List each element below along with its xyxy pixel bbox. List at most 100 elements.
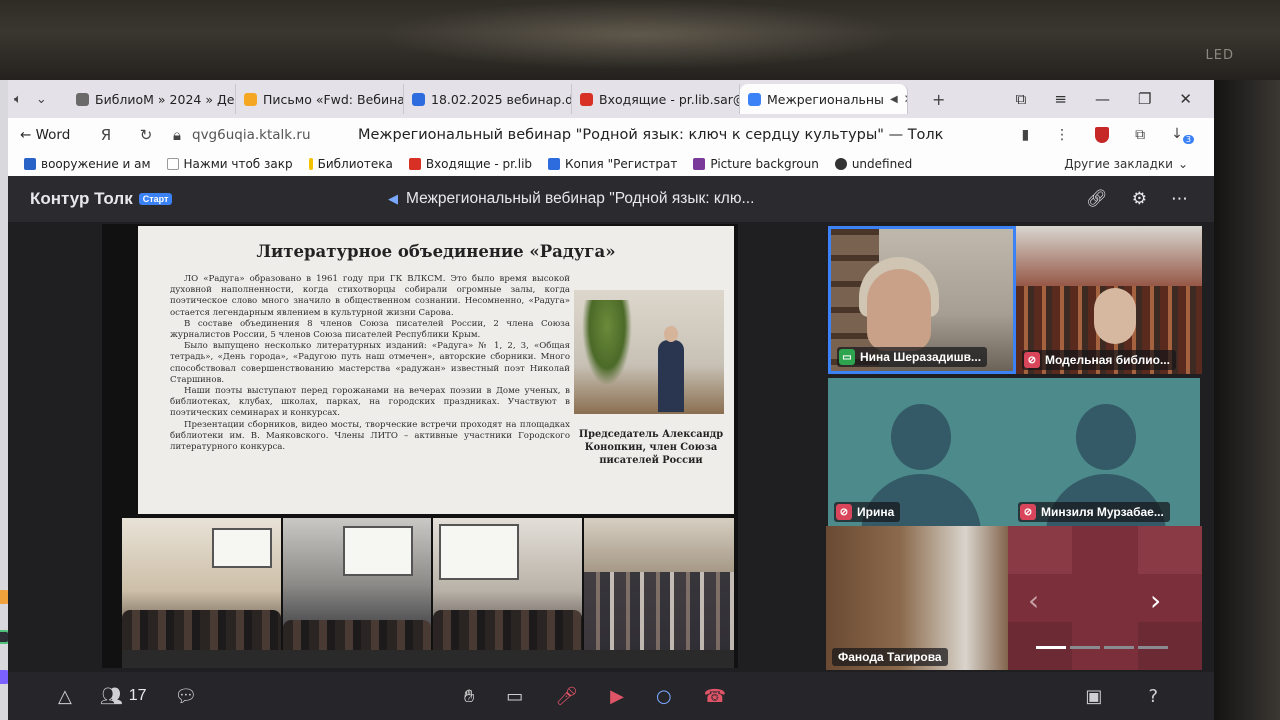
chevron-down-icon[interactable]: ⌄ — [36, 92, 47, 107]
app-header: Контур Толк Старт ◀︎ Межрегиональный веб… — [8, 176, 1214, 222]
downloads-icon[interactable]: ↓ 3 — [1171, 126, 1194, 144]
browser-tab[interactable]: 18.02.2025 вебинар.doc — [404, 84, 572, 114]
screen-share-icon[interactable]: ▭ — [506, 686, 523, 707]
page-title: Межрегиональный вебинар "Родной язык: кл… — [358, 127, 944, 143]
bookmark-label: Picture backgroun — [710, 157, 819, 171]
help-icon[interactable]: ? — [1148, 686, 1158, 707]
participant-tile[interactable]: ⊘ Ирина — [828, 378, 1014, 526]
screen-glare — [380, 0, 900, 70]
slide-paragraph: Наши поэты выступают перед горожанами на… — [170, 386, 570, 419]
participant-name: Фанода Тагирова — [838, 650, 942, 664]
screen: 🔈︎ ⌄ БиблиоМ » 2024 » Дека Письмо «Fwd: … — [8, 80, 1214, 720]
mic-off-icon: ⊘ — [1020, 504, 1036, 520]
chevron-right-icon[interactable]: › — [1150, 584, 1161, 617]
hang-up-icon[interactable]: ☎︎ — [704, 686, 726, 707]
bookmark-item[interactable]: undefined — [834, 157, 912, 171]
vk-icon — [24, 158, 36, 170]
docs-icon — [548, 158, 561, 170]
reload-icon[interactable]: ↻ — [126, 126, 166, 144]
close-window-icon[interactable]: ✕ — [1179, 90, 1192, 108]
more-icon[interactable]: ⋮ — [1055, 127, 1069, 143]
extensions-icon[interactable]: ⧉ — [1135, 127, 1145, 143]
tab-favicon — [76, 92, 89, 106]
bookmark-item[interactable]: Picture backgroun — [693, 157, 819, 171]
url-field[interactable]: qvg6uqia.ktalk.ru — [188, 127, 358, 143]
participant-name-tag: ⊘ Модельная библио... — [1022, 350, 1176, 370]
mail-favicon — [244, 92, 257, 106]
link-icon[interactable]: 🔗︎ — [1086, 189, 1108, 209]
other-bookmarks-label: Другие закладки — [1064, 157, 1173, 171]
room-background: LED — [0, 0, 1280, 80]
new-tab-icon[interactable]: + — [908, 90, 945, 109]
tab-audio-icon[interactable]: ◀︎ — [890, 94, 898, 105]
bookmark-label: Нажми чтоб закр — [183, 157, 293, 171]
bookmark-item[interactable]: Копия "Регистрат — [548, 157, 677, 171]
toolbar-right: ▣ ? — [1085, 686, 1158, 707]
bookmark-item[interactable]: вооружение и ам — [24, 157, 151, 171]
docs-favicon — [412, 92, 425, 106]
tab-controls: 🔈︎ ⌄ — [8, 92, 68, 107]
minimize-icon[interactable]: — — [1095, 90, 1110, 108]
participant-name: Модельная библио... — [1045, 353, 1170, 367]
speaker-icon[interactable]: 🔈︎ — [14, 92, 22, 107]
participant-tile[interactable]: ⊘ Модельная библио... — [1016, 226, 1202, 374]
users-icon: 👥︎ — [99, 685, 123, 707]
mic-off-icon: ⊘ — [836, 504, 852, 520]
bookmark-item[interactable]: Входящие - pr.lib — [408, 157, 532, 171]
protect-shield-icon[interactable] — [1095, 126, 1110, 143]
folder-icon — [308, 158, 313, 170]
participants-count: 17 — [128, 687, 147, 704]
participant-name-tag: ⊘ Минзиля Мурзабае... — [1018, 502, 1170, 522]
chat-icon[interactable]: 💬︎ — [175, 686, 198, 707]
brand-name: Контур Толк — [30, 189, 133, 208]
gmail-icon — [408, 158, 421, 170]
raise-hand-icon[interactable]: ✋︎ — [464, 686, 474, 707]
chairman-photo — [574, 290, 724, 414]
mic-off-icon[interactable]: 🎤︎ — [555, 686, 578, 707]
record-icon[interactable]: ○ — [656, 686, 672, 707]
address-bar-actions: ▮ ⋮ ⧉ ↓ 3 — [1021, 126, 1214, 144]
tolk-app: Контур Толк Старт ◀︎ Межрегиональный веб… — [8, 176, 1214, 720]
browser-tab-active[interactable]: Межрегиональны ◀︎ ✕ — [740, 84, 908, 114]
other-bookmarks[interactable]: Другие закладки ⌄ — [1064, 157, 1214, 171]
slide-footer — [122, 650, 734, 668]
camera-off-icon[interactable]: ▶︎ — [610, 686, 624, 707]
event-photo-strip — [122, 518, 734, 650]
speaker-figure — [658, 326, 684, 412]
slide-paragraph: Было выпущено несколько литературных изд… — [170, 341, 570, 385]
menu-icon[interactable]: ≡ — [1054, 90, 1067, 108]
participant-name: Ирина — [857, 505, 895, 519]
collections-icon[interactable]: ⧉ — [1016, 90, 1027, 108]
chevron-left-icon[interactable]: ‹ — [1028, 584, 1039, 617]
back-button[interactable]: ← Word — [8, 127, 86, 143]
video-camera-favicon — [748, 92, 761, 106]
shapes-icon[interactable]: △ — [58, 686, 72, 707]
more-icon[interactable]: ⋯ — [1171, 189, 1188, 209]
restore-icon[interactable]: ❐ — [1138, 90, 1151, 108]
toolbar-center: ✋︎ ▭ 🎤︎ ▶︎ ○ ☎︎ — [464, 686, 726, 707]
bookmark-item[interactable]: Нажми чтоб закр — [166, 157, 293, 171]
event-photo — [283, 518, 431, 650]
participant-tile[interactable]: Фанода Тагирова — [826, 526, 1012, 670]
settings-icon[interactable]: ⚙ — [1132, 189, 1147, 209]
bookmark-icon[interactable]: ▮ — [1021, 127, 1029, 143]
participant-name: Минзиля Мурзабае... — [1041, 505, 1164, 519]
participants-button[interactable]: 👥︎ 17 — [100, 686, 147, 707]
bookmark-item[interactable]: Библиотека — [308, 157, 393, 171]
screen-share-icon: ▭ — [839, 349, 855, 365]
participant-tile[interactable]: ⊘ Минзиля Мурзабае... — [1012, 378, 1200, 526]
bookmark-label: Копия "Регистрат — [565, 157, 678, 171]
layout-icon[interactable]: ▣ — [1085, 686, 1102, 707]
browser-tab[interactable]: БиблиоМ » 2024 » Дека — [68, 84, 236, 114]
lock-icon: 🔒︎ — [173, 126, 181, 144]
participant-tile[interactable]: ▭ Нина Шеразадишв... — [828, 226, 1016, 374]
bookmark-label: Библиотека — [317, 157, 393, 171]
broadcast-icon: ◀︎ — [388, 191, 398, 206]
browser-tab[interactable]: Входящие - pr.lib.sar@g — [572, 84, 740, 114]
header-actions: 🔗︎ ⚙ ⋯ — [1086, 189, 1214, 209]
yandex-icon[interactable]: Я — [86, 126, 126, 144]
chevron-down-icon: ⌄ — [1177, 157, 1188, 171]
participant-name-tag: ▭ Нина Шеразадишв... — [837, 347, 988, 367]
browser-tab[interactable]: Письмо «Fwd: Вебинар — [236, 84, 404, 114]
globe-icon — [834, 158, 847, 170]
